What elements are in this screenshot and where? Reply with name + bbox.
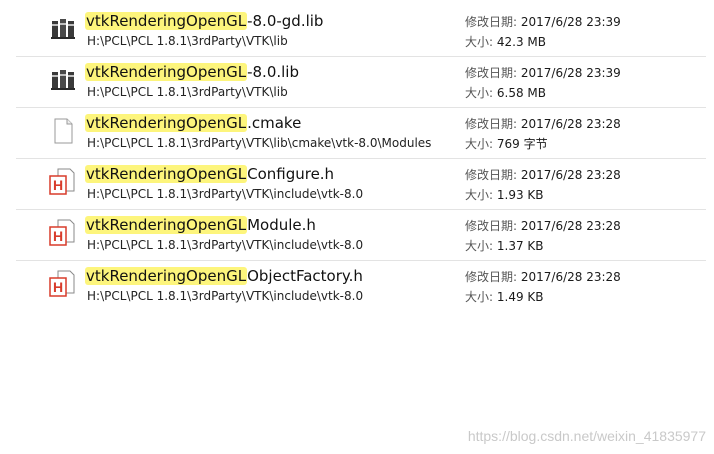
file-name[interactable]: vtkRenderingOpenGL-8.0.lib: [85, 62, 299, 82]
file-size: 大小: 769 字节: [465, 137, 548, 151]
file-row[interactable]: H vtkRenderingOpenGLModule.h H:\PCL\PCL …: [16, 210, 706, 261]
modified-date: 修改日期: 2017/6/28 23:28: [465, 117, 621, 131]
file-size: 大小: 42.3 MB: [465, 35, 546, 49]
file-name[interactable]: vtkRenderingOpenGLModule.h: [85, 215, 316, 235]
file-path: H:\PCL\PCL 1.8.1\3rdParty\VTK\lib: [87, 34, 288, 48]
header-file-icon: H: [49, 270, 77, 298]
file-path: H:\PCL\PCL 1.8.1\3rdParty\VTK\include\vt…: [87, 187, 364, 201]
file-name[interactable]: vtkRenderingOpenGL-8.0-gd.lib: [85, 11, 323, 31]
file-path: H:\PCL\PCL 1.8.1\3rdParty\VTK\include\vt…: [87, 289, 364, 303]
file-row[interactable]: H vtkRenderingOpenGLConfigure.h H:\PCL\P…: [16, 159, 706, 210]
file-row[interactable]: vtkRenderingOpenGL.cmake H:\PCL\PCL 1.8.…: [16, 108, 706, 159]
file-name[interactable]: vtkRenderingOpenGLObjectFactory.h: [85, 266, 363, 286]
file-path: H:\PCL\PCL 1.8.1\3rdParty\VTK\include\vt…: [87, 238, 364, 252]
header-file-icon: H: [49, 168, 77, 196]
modified-date: 修改日期: 2017/6/28 23:28: [465, 270, 621, 284]
library-icon: [49, 66, 77, 94]
file-row[interactable]: vtkRenderingOpenGL-8.0.lib H:\PCL\PCL 1.…: [16, 57, 706, 108]
file-row[interactable]: vtkRenderingOpenGL-8.0-gd.lib H:\PCL\PCL…: [16, 6, 706, 57]
blank-file-icon: [49, 117, 77, 145]
file-name[interactable]: vtkRenderingOpenGLConfigure.h: [85, 164, 334, 184]
file-size: 大小: 1.49 KB: [465, 290, 544, 304]
svg-text:H: H: [53, 228, 63, 244]
modified-date: 修改日期: 2017/6/28 23:28: [465, 219, 621, 233]
file-row[interactable]: H vtkRenderingOpenGLObjectFactory.h H:\P…: [16, 261, 706, 311]
file-path: H:\PCL\PCL 1.8.1\3rdParty\VTK\lib: [87, 85, 288, 99]
file-name[interactable]: vtkRenderingOpenGL.cmake: [85, 113, 301, 133]
header-file-icon: H: [49, 219, 77, 247]
search-results-list: vtkRenderingOpenGL-8.0-gd.lib H:\PCL\PCL…: [16, 6, 706, 311]
file-size: 大小: 1.93 KB: [465, 188, 544, 202]
modified-date: 修改日期: 2017/6/28 23:39: [465, 15, 621, 29]
file-path: H:\PCL\PCL 1.8.1\3rdParty\VTK\lib\cmake\…: [87, 136, 432, 150]
library-icon: [49, 15, 77, 43]
modified-date: 修改日期: 2017/6/28 23:28: [465, 168, 621, 182]
svg-text:H: H: [53, 177, 63, 193]
file-size: 大小: 1.37 KB: [465, 239, 544, 253]
file-size: 大小: 6.58 MB: [465, 86, 546, 100]
modified-date: 修改日期: 2017/6/28 23:39: [465, 66, 621, 80]
watermark: https://blog.csdn.net/weixin_41835977: [467, 428, 706, 444]
svg-text:H: H: [53, 279, 63, 295]
